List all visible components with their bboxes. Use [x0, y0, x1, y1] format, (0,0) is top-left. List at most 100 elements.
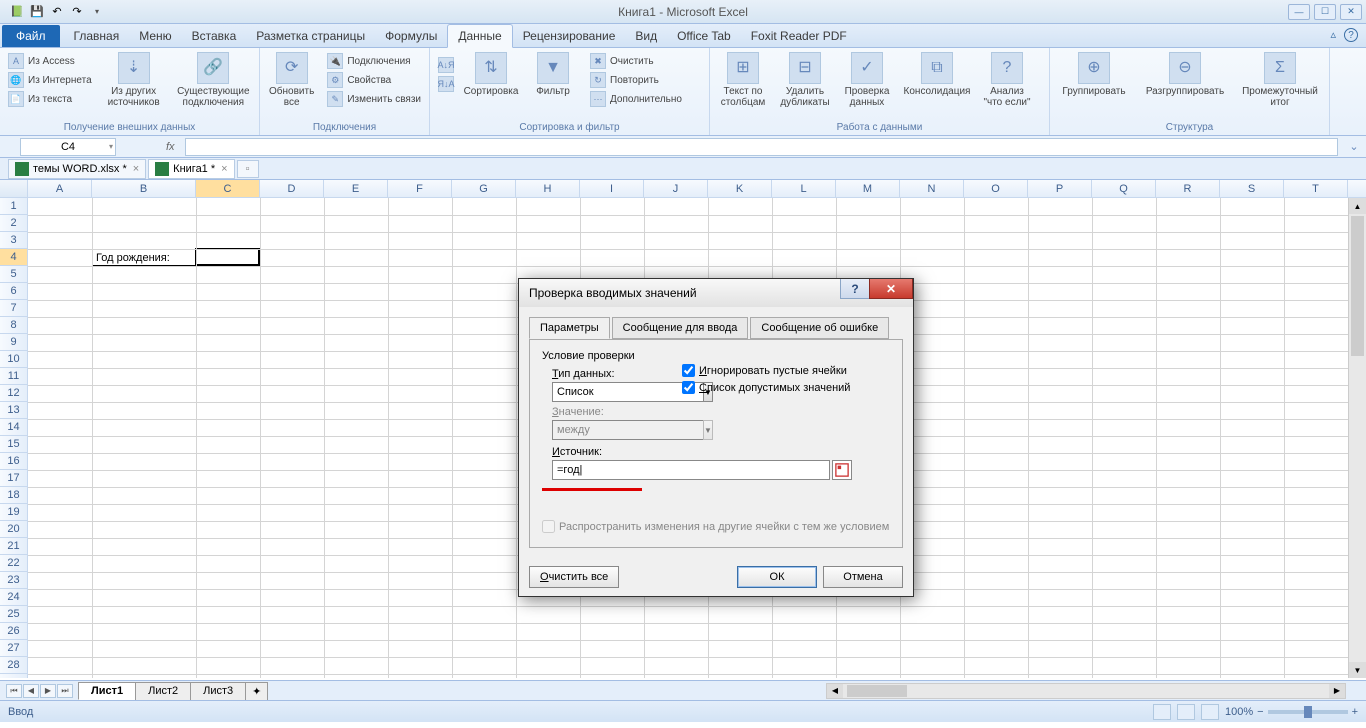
zoom-out-button[interactable]: −	[1257, 706, 1263, 718]
column-header[interactable]: O	[964, 180, 1028, 197]
formula-bar-expand-icon[interactable]: ⌄	[1348, 140, 1366, 153]
column-header[interactable]: B	[92, 180, 196, 197]
ribbon-minimize-icon[interactable]: ▵	[1330, 28, 1336, 42]
scroll-down-icon[interactable]: ▼	[1349, 662, 1366, 678]
sheet-next-icon[interactable]: ▶	[40, 684, 56, 698]
row-header[interactable]: 10	[0, 351, 27, 368]
what-if-button[interactable]: ?Анализ "что если"	[978, 50, 1036, 110]
ok-button[interactable]: ОК	[737, 566, 817, 588]
type-combo[interactable]: ▼	[552, 382, 672, 402]
group-button[interactable]: ⊕Группировать	[1054, 50, 1134, 99]
zoom-level[interactable]: 100%	[1225, 706, 1253, 718]
column-header[interactable]: D	[260, 180, 324, 197]
column-header[interactable]: N	[900, 180, 964, 197]
close-icon[interactable]: ×	[131, 163, 139, 175]
from-access-button[interactable]: AИз Access	[4, 52, 96, 70]
dialog-title-bar[interactable]: Проверка вводимых значений ? ✕	[519, 279, 913, 307]
dialog-help-button[interactable]: ?	[840, 279, 870, 299]
from-text-button[interactable]: 📄Из текста	[4, 90, 96, 108]
column-header[interactable]: P	[1028, 180, 1092, 197]
name-box[interactable]: C4	[20, 138, 116, 156]
new-sheet-tab[interactable]: ✦	[245, 682, 268, 700]
scroll-right-icon[interactable]: ▶	[1329, 684, 1345, 698]
ungroup-button[interactable]: ⊖Разгруппировать	[1138, 50, 1232, 99]
scroll-thumb[interactable]	[1351, 216, 1364, 356]
refresh-all-button[interactable]: ⟳Обновить все	[264, 50, 319, 110]
advanced-button[interactable]: ⋯Дополнительно	[586, 90, 686, 108]
cell-b4[interactable]: Год рождения:	[92, 249, 196, 266]
sheet-first-icon[interactable]: ⏮	[6, 684, 22, 698]
undo-icon[interactable]: ↶	[48, 3, 66, 21]
excel-icon[interactable]: 📗	[8, 3, 26, 21]
existing-connections-button[interactable]: 🔗Существующие подключения	[172, 50, 255, 110]
ribbon-tab[interactable]: Разметка страницы	[246, 25, 375, 47]
edit-links-button[interactable]: ✎Изменить связи	[323, 90, 425, 108]
selected-cell-c4[interactable]	[195, 248, 260, 266]
row-header[interactable]: 8	[0, 317, 27, 334]
document-tab[interactable]: Книга1 *×	[148, 159, 234, 179]
from-web-button[interactable]: 🌐Из Интернета	[4, 71, 96, 89]
row-header[interactable]: 17	[0, 470, 27, 487]
row-header[interactable]: 6	[0, 283, 27, 300]
vertical-scrollbar[interactable]: ▲ ▼	[1348, 198, 1366, 678]
normal-view-button[interactable]	[1153, 704, 1171, 720]
ribbon-tab[interactable]: Вставка	[182, 25, 247, 47]
connections-button[interactable]: 🔌Подключения	[323, 52, 425, 70]
sheet-prev-icon[interactable]: ◀	[23, 684, 39, 698]
column-header[interactable]: Q	[1092, 180, 1156, 197]
row-header[interactable]: 4	[0, 249, 27, 266]
zoom-slider[interactable]	[1268, 710, 1348, 714]
row-header[interactable]: 24	[0, 589, 27, 606]
tab-input-message[interactable]: Сообщение для ввода	[612, 317, 749, 339]
column-header[interactable]: R	[1156, 180, 1220, 197]
column-header[interactable]: F	[388, 180, 452, 197]
minimize-button[interactable]: —	[1288, 4, 1310, 20]
sort-button[interactable]: ⇅Сортировка	[462, 50, 520, 99]
column-header[interactable]: I	[580, 180, 644, 197]
row-header[interactable]: 18	[0, 487, 27, 504]
column-header[interactable]: M	[836, 180, 900, 197]
sheet-tab[interactable]: Лист3	[190, 682, 246, 700]
ignore-blank-checkbox[interactable]: Игнорировать пустые ячейки	[682, 364, 850, 377]
data-validation-button[interactable]: ✓Проверка данных	[838, 50, 896, 110]
range-picker-icon[interactable]	[832, 460, 852, 480]
row-header[interactable]: 7	[0, 300, 27, 317]
row-header[interactable]: 16	[0, 453, 27, 470]
remove-duplicates-button[interactable]: ⊟Удалить дубликаты	[776, 50, 834, 110]
column-header[interactable]: H	[516, 180, 580, 197]
close-button[interactable]: ✕	[1340, 4, 1362, 20]
ribbon-tab[interactable]: Вид	[625, 25, 667, 47]
sheet-tab[interactable]: Лист2	[135, 682, 191, 700]
help-icon[interactable]: ?	[1344, 28, 1358, 42]
clear-all-button[interactable]: Очистить все	[529, 566, 619, 588]
row-header[interactable]: 27	[0, 640, 27, 657]
column-header[interactable]: K	[708, 180, 772, 197]
row-header[interactable]: 21	[0, 538, 27, 555]
row-header[interactable]: 3	[0, 232, 27, 249]
horizontal-scrollbar[interactable]: ◀ ▶	[826, 683, 1346, 699]
row-header[interactable]: 22	[0, 555, 27, 572]
row-header[interactable]: 23	[0, 572, 27, 589]
consolidate-button[interactable]: ⧉Консолидация	[900, 50, 974, 99]
column-header[interactable]: C	[196, 180, 260, 197]
ribbon-tab[interactable]: Главная	[64, 25, 130, 47]
cancel-button[interactable]: Отмена	[823, 566, 903, 588]
page-break-view-button[interactable]	[1201, 704, 1219, 720]
close-icon[interactable]: ×	[219, 163, 227, 175]
scroll-up-icon[interactable]: ▲	[1349, 198, 1366, 214]
sort-az-button[interactable]: А↓Я	[434, 56, 458, 74]
row-header[interactable]: 5	[0, 266, 27, 283]
file-tab[interactable]: Файл	[2, 25, 60, 47]
formula-input[interactable]	[185, 138, 1338, 156]
maximize-button[interactable]: ☐	[1314, 4, 1336, 20]
ribbon-tab[interactable]: Формулы	[375, 25, 447, 47]
row-header[interactable]: 11	[0, 368, 27, 385]
row-header[interactable]: 12	[0, 385, 27, 402]
ribbon-tab[interactable]: Данные	[447, 24, 512, 48]
qat-customize-icon[interactable]: ▾	[88, 3, 106, 21]
row-header[interactable]: 19	[0, 504, 27, 521]
column-header[interactable]: E	[324, 180, 388, 197]
row-header[interactable]: 1	[0, 198, 27, 215]
column-header[interactable]: G	[452, 180, 516, 197]
row-header[interactable]: 13	[0, 402, 27, 419]
